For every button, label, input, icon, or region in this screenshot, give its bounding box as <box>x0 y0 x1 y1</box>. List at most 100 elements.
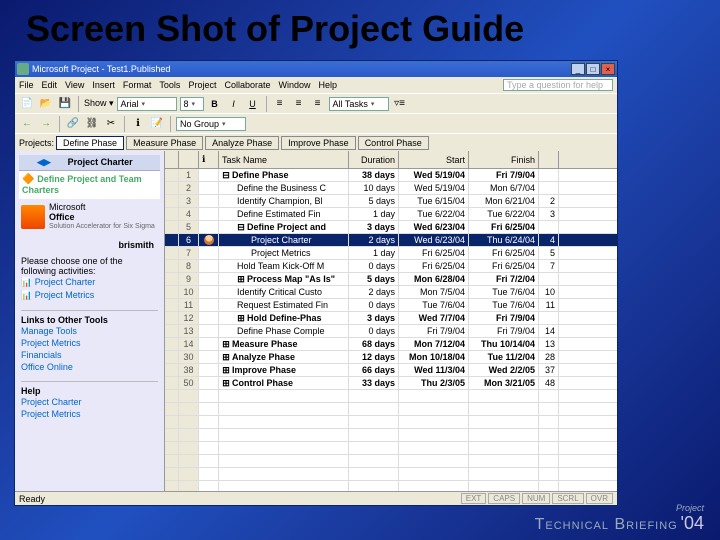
table-row[interactable]: 10Identify Critical Custo2 daysMon 7/5/0… <box>165 286 617 299</box>
menu-project[interactable]: Project <box>188 80 216 90</box>
align-center-icon[interactable]: ≡ <box>291 96 307 112</box>
phase-analyze[interactable]: Analyze Phase <box>205 136 279 150</box>
table-row[interactable] <box>165 403 617 416</box>
table-row[interactable] <box>165 468 617 481</box>
outline-toggle-icon[interactable]: ⊞ <box>222 365 230 376</box>
titlebar: Microsoft Project - Test1.Published _ □ … <box>15 61 617 77</box>
table-row[interactable] <box>165 416 617 429</box>
table-row[interactable]: 11Request Estimated Fin0 daysTue 7/6/04T… <box>165 299 617 312</box>
menu-view[interactable]: View <box>65 80 84 90</box>
split-icon[interactable]: ✂ <box>103 116 119 132</box>
table-row[interactable]: 14⊞Measure Phase68 daysMon 7/12/04Thu 10… <box>165 338 617 351</box>
menu-file[interactable]: File <box>19 80 34 90</box>
table-row[interactable] <box>165 442 617 455</box>
phase-define[interactable]: Define Phase <box>56 136 124 150</box>
status-ready: Ready <box>19 494 45 504</box>
slide-footer: Project Technical Briefing '04 <box>535 503 704 534</box>
table-row[interactable] <box>165 390 617 403</box>
back-icon[interactable]: ← <box>19 116 35 132</box>
table-row[interactable]: 7Project Metrics1 dayFri 6/25/04Fri 6/25… <box>165 247 617 260</box>
new-icon[interactable]: 📄 <box>19 96 35 112</box>
align-left-icon[interactable]: ≡ <box>272 96 288 112</box>
outline-toggle-icon[interactable]: ⊞ <box>222 378 230 389</box>
autofilter-icon[interactable]: ▿≡ <box>392 96 408 112</box>
office-brand: Microsoft Office Solution Accelerator fo… <box>19 199 160 234</box>
outline-toggle-icon[interactable]: ⊞ <box>222 352 230 363</box>
menu-tools[interactable]: Tools <box>159 80 180 90</box>
menu-help[interactable]: Help <box>319 80 338 90</box>
grid-body[interactable]: 1⊟Define Phase38 daysWed 5/19/04Fri 7/9/… <box>165 169 617 491</box>
outline-toggle-icon[interactable]: ⊟ <box>222 170 230 181</box>
show-button[interactable]: Show ▾ <box>84 98 114 109</box>
table-row[interactable]: 1⊟Define Phase38 daysWed 5/19/04Fri 7/9/… <box>165 169 617 182</box>
minimize-button[interactable]: _ <box>571 63 585 75</box>
link-icon[interactable]: 🔗 <box>65 116 81 132</box>
phase-improve[interactable]: Improve Phase <box>281 136 356 150</box>
menu-format[interactable]: Format <box>123 80 152 90</box>
table-row[interactable]: 8Hold Team Kick-Off M0 daysFri 6/25/04Fr… <box>165 260 617 273</box>
status-caps: CAPS <box>488 493 520 504</box>
link-project-metrics[interactable]: 📊 Project Metrics <box>21 289 158 302</box>
help-search-box[interactable]: Type a question for help <box>503 79 613 91</box>
panel-toggle-icon[interactable]: ◀▶ <box>23 156 65 168</box>
maximize-button[interactable]: □ <box>586 63 600 75</box>
underline-icon[interactable]: U <box>245 96 261 112</box>
menu-collaborate[interactable]: Collaborate <box>224 80 270 90</box>
table-row[interactable]: 4Define Estimated Fin1 dayTue 6/22/04Tue… <box>165 208 617 221</box>
panel-header: ◀▶ Project Charter <box>19 155 160 171</box>
user-label: brismith <box>19 240 160 250</box>
link-project-charter[interactable]: 📊 Project Charter <box>21 276 158 289</box>
bold-icon[interactable]: B <box>207 96 223 112</box>
help-link-metrics[interactable]: Project Metrics <box>21 408 158 420</box>
table-row[interactable]: 13Define Phase Comple0 daysFri 7/9/04Fri… <box>165 325 617 338</box>
indicator-col-icon[interactable]: ℹ <box>199 151 219 168</box>
filter-dropdown[interactable]: All Tasks <box>329 97 389 111</box>
table-row[interactable] <box>165 455 617 468</box>
table-row[interactable]: 12⊞Hold Define-Phas3 daysWed 7/7/04Fri 7… <box>165 312 617 325</box>
save-icon[interactable]: 💾 <box>57 96 73 112</box>
outline-toggle-icon[interactable]: ⊞ <box>222 339 230 350</box>
outline-toggle-icon[interactable]: ⊞ <box>237 313 245 324</box>
italic-icon[interactable]: I <box>226 96 242 112</box>
col-taskname[interactable]: Task Name <box>219 151 349 168</box>
col-start[interactable]: Start <box>399 151 469 168</box>
phase-bar: Projects: Define Phase Measure Phase Ana… <box>15 133 617 151</box>
table-row[interactable]: 30⊞Analyze Phase12 daysMon 10/18/04Tue 1… <box>165 351 617 364</box>
info-icon[interactable]: ℹ <box>130 116 146 132</box>
person-icon <box>204 235 214 245</box>
table-row[interactable]: 2Define the Business C10 daysWed 5/19/04… <box>165 182 617 195</box>
phase-measure[interactable]: Measure Phase <box>126 136 203 150</box>
table-row[interactable]: 9⊞Process Map "As Is"5 daysMon 6/28/04Fr… <box>165 273 617 286</box>
col-finish[interactable]: Finish <box>469 151 539 168</box>
table-row[interactable] <box>165 481 617 491</box>
phase-control[interactable]: Control Phase <box>358 136 429 150</box>
status-ext: EXT <box>461 493 487 504</box>
open-icon[interactable]: 📂 <box>38 96 54 112</box>
table-row[interactable]: 6Project Charter2 daysWed 6/23/04Thu 6/2… <box>165 234 617 247</box>
menu-insert[interactable]: Insert <box>92 80 115 90</box>
close-button[interactable]: × <box>601 63 615 75</box>
help-link-charter[interactable]: Project Charter <box>21 396 158 408</box>
link-office-online[interactable]: Office Online <box>21 361 158 373</box>
project-app-icon <box>17 63 29 75</box>
menu-window[interactable]: Window <box>278 80 310 90</box>
table-row[interactable]: 38⊞Improve Phase66 daysWed 11/3/04Wed 2/… <box>165 364 617 377</box>
col-duration[interactable]: Duration <box>349 151 399 168</box>
link-financials[interactable]: Financials <box>21 349 158 361</box>
table-row[interactable] <box>165 429 617 442</box>
table-row[interactable]: 50⊞Control Phase33 daysThu 2/3/05Mon 3/2… <box>165 377 617 390</box>
outline-toggle-icon[interactable]: ⊟ <box>237 222 245 233</box>
link-project-metrics2[interactable]: Project Metrics <box>21 337 158 349</box>
align-right-icon[interactable]: ≡ <box>310 96 326 112</box>
unlink-icon[interactable]: ⛓ <box>84 116 100 132</box>
outline-toggle-icon[interactable]: ⊞ <box>237 274 245 285</box>
menu-edit[interactable]: Edit <box>42 80 58 90</box>
table-row[interactable]: 3Identify Champion, Bl5 daysTue 6/15/04M… <box>165 195 617 208</box>
font-size-dropdown[interactable]: 8 <box>180 97 204 111</box>
link-manage-tools[interactable]: Manage Tools <box>21 325 158 337</box>
table-row[interactable]: 5⊟Define Project and3 daysWed 6/23/04Fri… <box>165 221 617 234</box>
notes-icon[interactable]: 📝 <box>149 116 165 132</box>
font-name-dropdown[interactable]: Arial <box>117 97 177 111</box>
group-dropdown[interactable]: No Group <box>176 117 246 131</box>
forward-icon[interactable]: → <box>38 116 54 132</box>
